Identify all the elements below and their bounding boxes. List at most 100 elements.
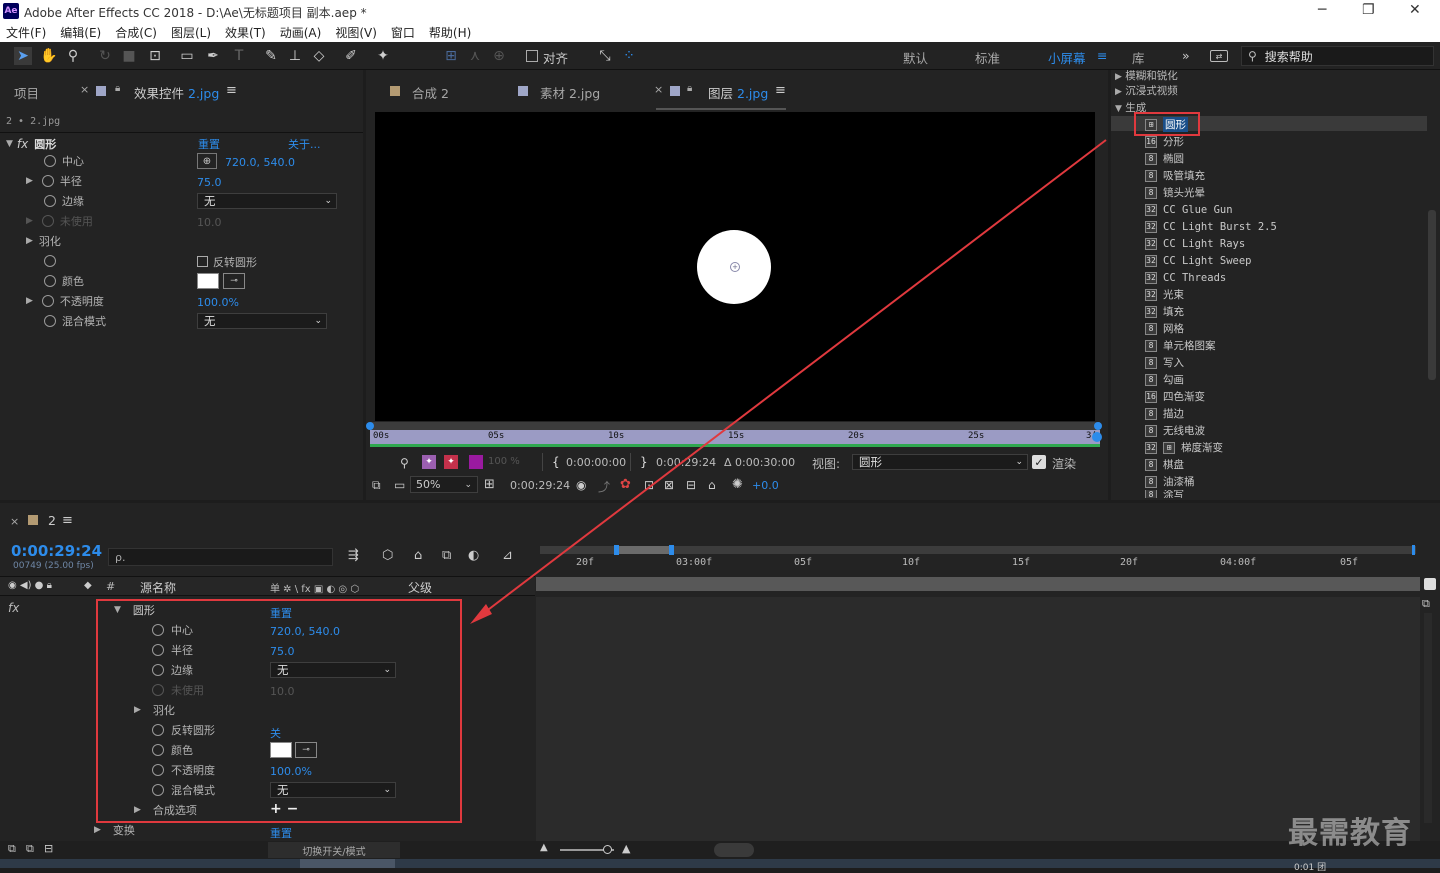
effect-item[interactable]: 8 涂写: [1145, 490, 1184, 498]
opacity-value[interactable]: 100.0%: [197, 296, 239, 309]
effect-item[interactable]: 16 四色渐变: [1145, 388, 1205, 405]
panel-menu-icon[interactable]: ≡: [226, 83, 237, 98]
effect-item[interactable]: 8 棋盘: [1145, 456, 1184, 473]
effect-item[interactable]: 32 CC Light Burst 2.5: [1145, 218, 1277, 235]
effect-item[interactable]: 8 吸管填充: [1145, 167, 1205, 184]
rectangle-tool-icon[interactable]: ▭: [178, 47, 196, 65]
effect-item[interactable]: 8 写入: [1145, 354, 1184, 371]
tl-reset-link[interactable]: 重置: [270, 605, 292, 621]
zoom-tool-icon[interactable]: ⚲: [64, 47, 82, 65]
close-tab-icon[interactable]: ×: [654, 83, 663, 96]
effect-item-circle[interactable]: ⊞ 圆形: [1145, 116, 1188, 133]
expand-triangle-icon[interactable]: ▶: [26, 296, 33, 306]
timeline-scroll[interactable]: [714, 843, 754, 857]
reset-link[interactable]: 重置: [198, 136, 220, 152]
blend-dropdown[interactable]: 无 ⌄: [197, 313, 327, 329]
tl-radius-value[interactable]: 75.0: [270, 645, 295, 658]
camera-tool-icon[interactable]: ■: [120, 47, 138, 65]
show-snapshot-icon[interactable]: ⤴: [598, 478, 610, 495]
effect-item[interactable]: 32 光束: [1145, 286, 1184, 303]
zoom-slider[interactable]: [603, 845, 612, 854]
workspace-menu-icon[interactable]: ≡: [1097, 48, 1107, 63]
col-source-name[interactable]: 源名称: [140, 579, 176, 596]
panel-menu-icon[interactable]: ≡: [775, 83, 786, 98]
view-dropdown[interactable]: 圆形 ⌄: [852, 454, 1028, 470]
tl-center-value[interactable]: 720.0, 540.0: [270, 625, 340, 638]
shy-icon[interactable]: ⌂: [414, 548, 422, 563]
effect-item[interactable]: 32 CC Threads: [1145, 269, 1226, 286]
snap-grid-icon[interactable]: ⁘: [620, 47, 638, 65]
workspace-default[interactable]: 默认: [903, 48, 928, 67]
effect-item[interactable]: 8 镜头光晕: [1145, 184, 1205, 201]
effect-item[interactable]: 8 椭圆: [1145, 150, 1184, 167]
expand-triangle-icon[interactable]: ▶: [134, 805, 141, 815]
stopwatch-icon[interactable]: [41, 295, 54, 307]
always-preview-icon[interactable]: ⧉: [372, 478, 381, 493]
stopwatch-icon[interactable]: [41, 175, 54, 187]
stopwatch-icon[interactable]: [44, 155, 56, 167]
radius-value[interactable]: 75.0: [197, 176, 222, 189]
layer-canvas[interactable]: +: [375, 112, 1095, 421]
anchor-point-icon[interactable]: +: [730, 262, 740, 272]
roto-brush-tool-icon[interactable]: ✐: [342, 47, 360, 65]
eyedropper-icon[interactable]: ⊸: [223, 273, 245, 289]
stopwatch-icon[interactable]: [44, 195, 56, 207]
close-tab-icon[interactable]: ×: [80, 83, 89, 96]
menu-view[interactable]: 视图(V): [335, 24, 377, 41]
stopwatch-icon[interactable]: [44, 315, 56, 327]
effect-item[interactable]: 32 CC Light Sweep: [1145, 252, 1252, 269]
menu-file[interactable]: 文件(F): [6, 24, 46, 41]
set-in-icon[interactable]: {: [552, 455, 560, 469]
tl-edge-dropdown[interactable]: 无 ⌄: [270, 662, 396, 678]
comp-button-icon[interactable]: ⧉: [1422, 597, 1430, 611]
zoom-in-icon[interactable]: ▲: [622, 842, 630, 855]
tab-effect-controls[interactable]: 效果控件 2.jpg: [134, 83, 219, 102]
frame-blend-icon[interactable]: ⧉: [442, 548, 451, 563]
rotate-tool-icon[interactable]: ↻: [96, 47, 114, 65]
scrollbar[interactable]: [1428, 210, 1436, 380]
tab-comp-2[interactable]: 合成 2: [412, 83, 449, 102]
time-ruler[interactable]: 20f 03:00f 05f 10f 15f 20f 04:00f 05f: [540, 556, 1420, 576]
stopwatch-icon[interactable]: [152, 744, 164, 756]
tab-comp[interactable]: 2: [48, 513, 56, 528]
render-checkbox[interactable]: ✓: [1032, 455, 1046, 469]
view-axis-icon[interactable]: ⊕: [490, 47, 508, 65]
layer-time-ruler[interactable]: 00s 05s 10s 15s 20s 25s 3(: [370, 430, 1100, 444]
effect-item[interactable]: 16 分形: [1145, 133, 1184, 150]
local-axis-icon[interactable]: ⊞: [442, 47, 460, 65]
panel-menu-icon[interactable]: ≡: [62, 513, 73, 528]
world-axis-icon[interactable]: ⋏: [466, 47, 484, 65]
pan-behind-tool-icon[interactable]: ⊡: [146, 47, 164, 65]
expand-triangle-icon[interactable]: ▼: [114, 605, 121, 615]
playhead-marker[interactable]: [1424, 578, 1436, 590]
more-workspaces-icon[interactable]: »: [1182, 48, 1190, 63]
tab-project[interactable]: 项目: [14, 83, 39, 102]
close-tab-icon[interactable]: ×: [10, 515, 19, 528]
stopwatch-icon[interactable]: [152, 784, 164, 796]
stopwatch-icon[interactable]: [152, 644, 164, 656]
graph-editor-icon[interactable]: ⊿: [502, 548, 513, 563]
comp-flowchart-icon[interactable]: ⇶: [348, 548, 359, 563]
exposure-icon[interactable]: ✺: [732, 477, 743, 492]
category-blur[interactable]: ▶ 模糊和锐化: [1115, 68, 1178, 83]
zoom-out-icon[interactable]: ▲: [540, 842, 548, 853]
zoom-dropdown[interactable]: 50% ⌄: [410, 476, 478, 493]
effect-item[interactable]: 32 填充: [1145, 303, 1184, 320]
grid-icon[interactable]: ⊡: [644, 478, 654, 492]
tab-layer[interactable]: 图层 2.jpg: [708, 83, 768, 102]
flowchart-icon[interactable]: ⌂: [708, 478, 716, 492]
expand-triangle-icon[interactable]: ▶: [26, 236, 33, 246]
toggle-switches-button[interactable]: 切换开关/模式: [268, 842, 400, 858]
tl-opacity-value[interactable]: 100.0%: [270, 765, 312, 778]
menu-composition[interactable]: 合成(C): [115, 24, 157, 41]
lock-icon[interactable]: 🔒︎: [115, 83, 120, 94]
selection-tool-icon[interactable]: ➤: [14, 47, 32, 65]
monitor-icon[interactable]: ▭: [394, 478, 405, 492]
effect-item[interactable]: 8 无线电波: [1145, 422, 1205, 439]
fx-label[interactable]: fx: [8, 601, 19, 615]
playhead-handle[interactable]: [1092, 432, 1102, 442]
walk-icon[interactable]: ⚲: [400, 456, 409, 470]
crosshair-icon[interactable]: ⊕: [197, 153, 217, 169]
tl-transform-reset[interactable]: 重置: [270, 825, 292, 841]
category-immersive[interactable]: ▶ 沉浸式视频: [1115, 83, 1178, 98]
